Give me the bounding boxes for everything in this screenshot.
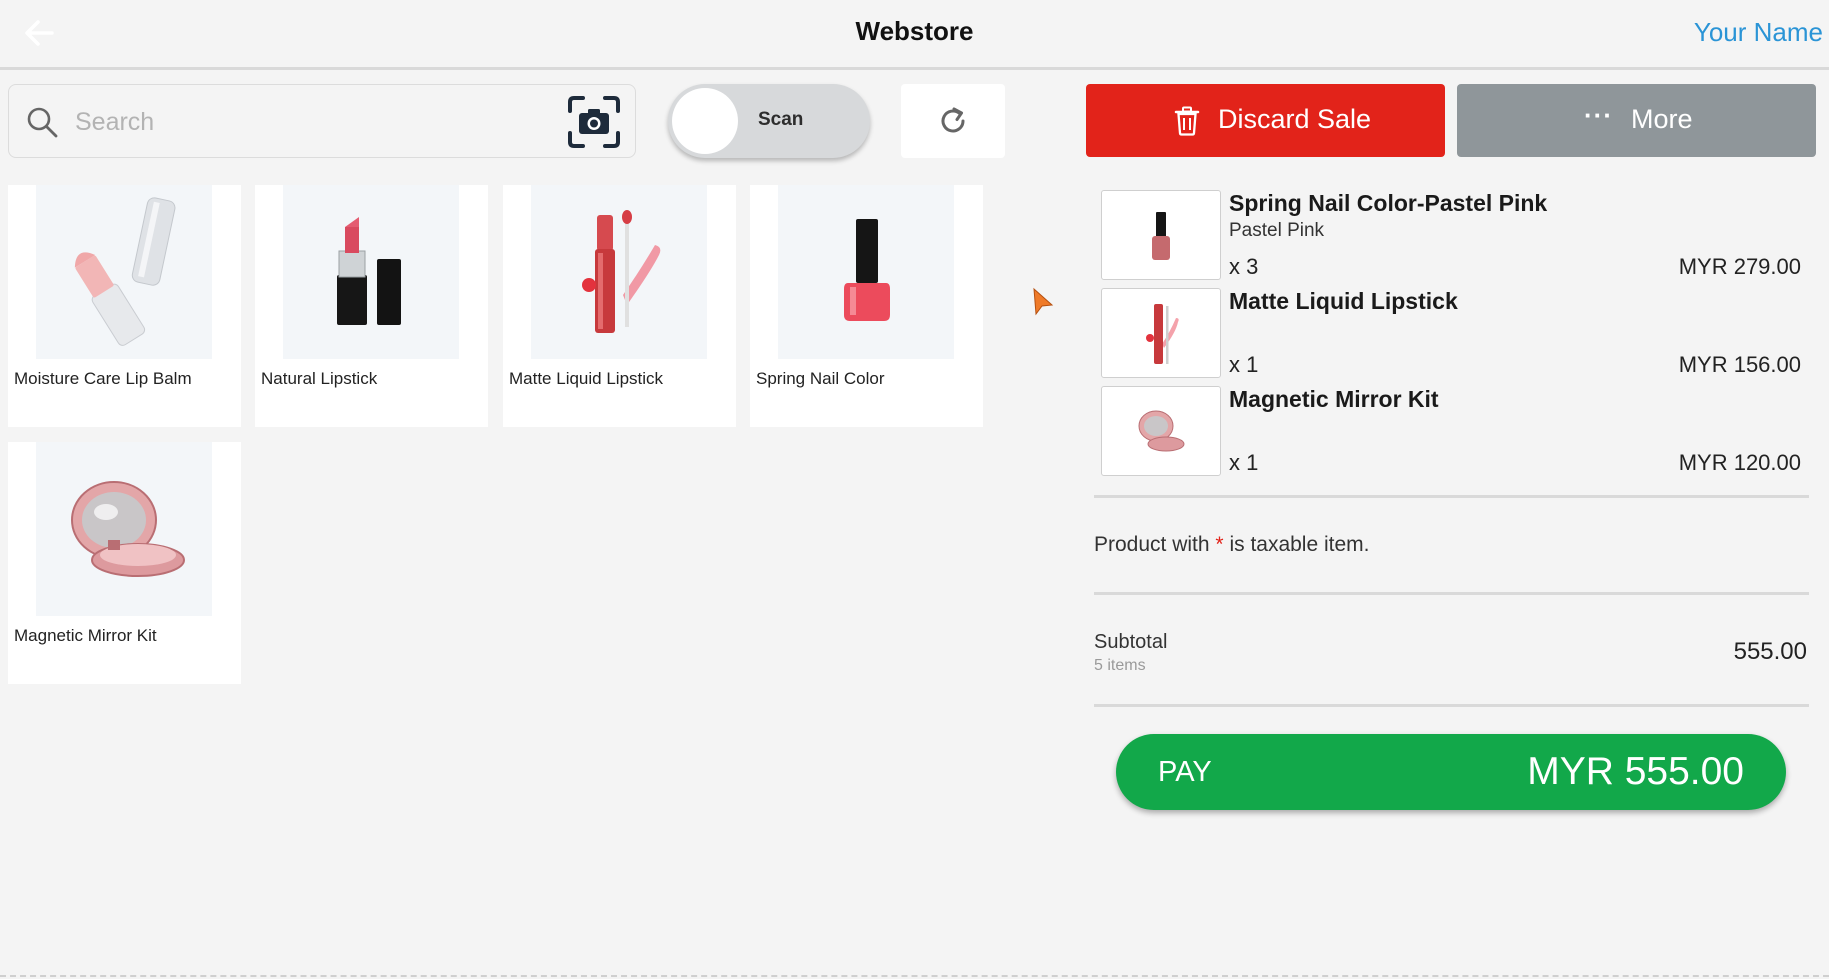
subtotal-value: 555.00: [1733, 638, 1807, 665]
product-image: [283, 185, 459, 359]
toggle-knob: [672, 88, 738, 154]
cart-item-thumbnail[interactable]: [1101, 288, 1221, 378]
discard-sale-button[interactable]: Discard Sale: [1086, 84, 1445, 157]
cart-item[interactable]: Spring Nail Color-Pastel Pink Pastel Pin…: [1101, 190, 1806, 284]
scan-label: Scan: [758, 109, 804, 130]
cart-item-price: MYR 120.00: [1678, 450, 1801, 475]
subtotal-item-count: 5 items: [1094, 657, 1146, 674]
search-icon: [27, 107, 58, 138]
cart-item-qty: x 1: [1229, 352, 1259, 377]
tax-note-suffix: is taxable item.: [1229, 533, 1370, 556]
product-card[interactable]: Matte Liquid Lipstick: [503, 185, 736, 427]
cart-item[interactable]: Magnetic Mirror Kit x 1 MYR 120.00: [1101, 386, 1806, 480]
product-name: Magnetic Mirror Kit: [14, 626, 157, 645]
ellipsis-icon: ···: [1584, 100, 1613, 130]
top-bar: Webstore Your Name: [0, 0, 1829, 70]
product-image: [36, 185, 212, 359]
nail-polish-image: [1152, 212, 1170, 260]
product-image: [778, 185, 954, 359]
tax-note: Product with * is taxable item.: [1094, 533, 1370, 557]
tax-note-prefix: Product with: [1094, 533, 1210, 556]
search-bar: [8, 84, 636, 158]
scan-toggle[interactable]: Scan: [668, 84, 870, 158]
more-label: More: [1631, 104, 1693, 134]
cart-item-qty: x 3: [1229, 254, 1259, 279]
taxable-star-icon: *: [1215, 533, 1224, 556]
product-name: Spring Nail Color: [756, 369, 885, 388]
more-button[interactable]: ··· More: [1457, 84, 1816, 157]
liquid-lipstick-image: [582, 210, 661, 333]
cart-item-name: Matte Liquid Lipstick: [1229, 288, 1458, 314]
mirror-kit-image: [1138, 410, 1185, 452]
product-card[interactable]: Moisture Care Lip Balm: [8, 185, 241, 427]
cart-item-variant: Pastel Pink: [1229, 220, 1325, 241]
cart-item-thumbnail[interactable]: [1101, 386, 1221, 476]
camera-scan-button[interactable]: [567, 95, 621, 149]
refresh-icon: [941, 107, 965, 133]
product-image: [531, 185, 707, 359]
divider: [1094, 592, 1809, 595]
page-title: Webstore: [855, 16, 974, 46]
trash-icon: [1174, 106, 1200, 136]
cart-item-name: Magnetic Mirror Kit: [1229, 386, 1439, 412]
lip-balm-image: [74, 197, 176, 346]
user-name-link[interactable]: Your Name: [1694, 17, 1823, 48]
discard-sale-label: Discard Sale: [1218, 104, 1372, 134]
mirror-kit-image: [71, 481, 185, 577]
liquid-lipstick-image: [1146, 304, 1179, 364]
pointer-cursor-icon: [1033, 287, 1054, 316]
cart-item-price: MYR 279.00: [1678, 254, 1801, 279]
nail-polish-image: [844, 219, 890, 321]
product-name: Matte Liquid Lipstick: [509, 369, 664, 388]
refresh-button[interactable]: [901, 84, 1005, 158]
cart-item[interactable]: Matte Liquid Lipstick x 1 MYR 156.00: [1101, 288, 1806, 382]
bottom-border: [0, 975, 1829, 977]
cart-item-qty: x 1: [1229, 450, 1259, 475]
pay-label: PAY: [1158, 756, 1212, 788]
product-card[interactable]: Magnetic Mirror Kit: [8, 442, 241, 684]
pay-amount: MYR 555.00: [1527, 750, 1744, 793]
product-name: Moisture Care Lip Balm: [14, 369, 192, 388]
camera-icon: [568, 96, 620, 148]
divider: [1094, 495, 1809, 498]
divider: [1094, 704, 1809, 707]
search-input[interactable]: [75, 101, 555, 143]
subtotal-label: Subtotal: [1094, 631, 1168, 653]
product-card[interactable]: Natural Lipstick: [255, 185, 488, 427]
product-card[interactable]: Spring Nail Color: [750, 185, 983, 427]
product-image: [36, 442, 212, 616]
product-name: Natural Lipstick: [261, 369, 378, 388]
lipstick-image: [337, 217, 401, 325]
cart-item-thumbnail[interactable]: [1101, 190, 1221, 280]
pay-button[interactable]: PAY MYR 555.00: [1116, 734, 1786, 810]
cart-item-price: MYR 156.00: [1678, 352, 1801, 377]
cart-item-name: Spring Nail Color-Pastel Pink: [1229, 190, 1548, 216]
